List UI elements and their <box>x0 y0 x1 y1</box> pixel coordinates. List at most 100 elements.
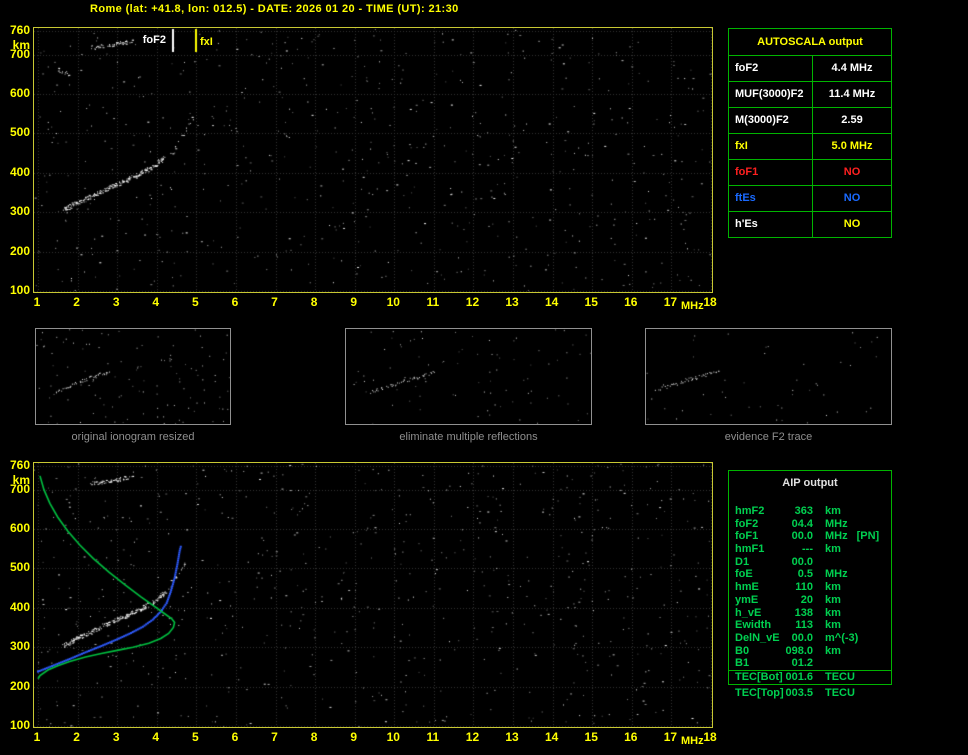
x-axis-tick-label: 17 <box>663 295 678 309</box>
autoscala-rows: foF2 4.4 MHz MUF(3000)F2 11.4 MHz M(3000)F2 2… <box>729 56 891 237</box>
aip-row-param: h_vE <box>735 606 762 619</box>
thumbnail-evidence-f2 <box>645 328 892 425</box>
aip-row: hmE 110 km <box>729 581 891 594</box>
x-axis-tick-label: 11 <box>426 295 440 309</box>
aip-row-param: hmF1 <box>735 543 765 556</box>
aip-row: foE 0.5 MHz <box>729 568 891 581</box>
aip-row-value: 098.0 <box>785 644 813 657</box>
aip-row-value: 110 <box>795 581 813 594</box>
y-axis-tick-label: 600 <box>9 86 30 101</box>
thumbnail-caption-evidence: evidence F2 trace <box>724 431 813 443</box>
aip-row-value: 113 <box>795 619 813 632</box>
x-axis-tick-label: 9 <box>350 295 358 309</box>
x-axis-tick-label: 8 <box>310 730 318 744</box>
x-axis-tick-label: 15 <box>584 295 598 309</box>
aip-row: foF2 04.4 MHz <box>729 518 891 531</box>
aip-tectop-container: TEC[Top] 003.5 TECU <box>729 687 891 700</box>
aip-row: hmF1 --- km <box>729 543 891 556</box>
aip-row-value: --- <box>802 543 813 556</box>
y-axis-tick-label: 600 <box>9 521 30 536</box>
main-ionogram-canvas <box>34 28 712 292</box>
x-axis-tick-label: 14 <box>544 295 559 309</box>
autoscala-param-label: foF2 <box>729 56 813 81</box>
aip-row-param: D1 <box>735 555 750 568</box>
station-date-time-header: Rome (lat: +41.8, lon: 012.5) - DATE: 20… <box>90 3 459 15</box>
aip-row: B0 098.0 km <box>729 645 891 658</box>
aip-row-param: hmF2 <box>735 505 765 517</box>
aip-row-value: 01.2 <box>791 657 813 670</box>
x-axis-tick-label: 16 <box>624 295 638 309</box>
autoscala-row: fxI 5.0 MHz <box>729 134 891 160</box>
x-axis-tick-label: 7 <box>271 295 278 309</box>
y-axis-tick-label: 700 <box>9 481 30 496</box>
aip-row-param: DelN_vE <box>735 631 780 644</box>
x-axis-tick-label: 17 <box>663 730 678 744</box>
aip-row-value: 001.6 <box>785 670 813 683</box>
x-axis-tick-label: 12 <box>465 295 480 309</box>
x-axis-tick-label: 7 <box>271 730 278 744</box>
aip-row-value: 0.5 <box>797 568 813 581</box>
x-axis-tick-label: 3 <box>112 295 120 309</box>
aip-row-unit <box>813 556 825 569</box>
aip-row-unit: MHz <box>825 530 848 543</box>
autoscala-param-label: foF1 <box>729 160 813 185</box>
x-axis-tick-label: 13 <box>505 295 519 309</box>
x-axis-tick-label: 6 <box>231 730 239 744</box>
aip-tecbot-container: TEC[Bot] 001.6 TECU <box>729 671 891 684</box>
aip-output-panel: AIP output hmF2 363 km foF2 04.4 MHz foF1 00.0 M… <box>728 470 892 685</box>
aip-row-value: 00.0 <box>791 530 813 543</box>
aip-row-unit: km <box>825 644 841 657</box>
aip-row-unit: km <box>825 581 841 594</box>
x-axis-unit-label: MHz <box>681 735 704 747</box>
aip-row: hmF2 363 km <box>729 505 891 518</box>
autoscala-panel-title: AUTOSCALA output <box>729 29 891 56</box>
aip-rows: hmF2 363 km foF2 04.4 MHz foF1 00.0 MHz [PN] hmF1 -… <box>729 505 891 670</box>
fxi-marker-label: fxI <box>200 36 213 48</box>
aip-row-unit: MHz <box>825 568 848 581</box>
aip-row-param: B0 <box>735 644 750 657</box>
aip-row-param: TEC[Bot] <box>735 670 783 683</box>
aip-row-param: foF1 <box>735 530 759 543</box>
y-axis-tick-label: 500 <box>9 125 30 140</box>
y-axis-tick-label: 400 <box>9 164 30 179</box>
aip-row-value: 138 <box>794 606 813 619</box>
aip-row: B1 01.2 <box>729 657 891 670</box>
aip-row-unit: km <box>825 593 841 606</box>
y-axis-tick-label: 760 <box>9 458 30 472</box>
aip-row: Ewidth 113 km <box>729 619 891 632</box>
fof2-marker-label: foF2 <box>142 34 166 46</box>
autoscala-param-value: NO <box>843 166 861 178</box>
aip-row: DelN_vE 00.0 m^(-3) <box>729 632 891 645</box>
x-axis-tick-label: 12 <box>465 730 480 744</box>
aip-row: D1 00.0 <box>729 556 891 569</box>
aip-row-value: 003.5 <box>785 687 813 699</box>
x-axis-tick-label: 13 <box>505 730 519 744</box>
x-axis-tick-label: 10 <box>386 730 400 744</box>
autoscala-param-value: 2.59 <box>841 114 863 126</box>
aip-row-value: 20 <box>800 593 813 606</box>
autoscala-output-panel: AUTOSCALA output foF2 4.4 MHz MUF(3000)F2 1… <box>728 28 892 238</box>
aip-row-value: 04.4 <box>791 517 813 530</box>
x-axis-tick-label: 9 <box>350 730 358 744</box>
autoscala-app-screen: Rome (lat: +41.8, lon: 012.5) - DATE: 20… <box>0 0 968 755</box>
aip-row-unit: km <box>825 619 841 632</box>
autoscala-row: h'Es NO <box>729 212 891 237</box>
y-axis-tick-label: 700 <box>9 46 30 61</box>
autoscala-row: MUF(3000)F2 11.4 MHz <box>729 82 891 108</box>
aip-row-value: 00.0 <box>791 555 813 568</box>
thumbnail-original-ionogram <box>35 328 231 425</box>
thumbnail-original-canvas <box>36 329 230 424</box>
y-axis-tick-label: 400 <box>9 599 30 614</box>
scaled-ionogram-plot <box>33 462 713 728</box>
thumbnail-reflections-canvas <box>346 329 591 424</box>
x-axis-tick-label: 1 <box>33 295 41 309</box>
aip-row-param: foE <box>735 568 753 581</box>
autoscala-row: M(3000)F2 2.59 <box>729 108 891 134</box>
x-axis-tick-label: 16 <box>624 730 638 744</box>
aip-panel-title: AIP output <box>782 477 838 489</box>
aip-row-unit: km <box>825 606 841 619</box>
autoscala-row: foF1 NO <box>729 160 891 186</box>
aip-row-param: TEC[Top] <box>735 687 784 699</box>
autoscala-param-label: ftEs <box>729 186 813 211</box>
x-axis-tick-label: 6 <box>231 295 239 309</box>
